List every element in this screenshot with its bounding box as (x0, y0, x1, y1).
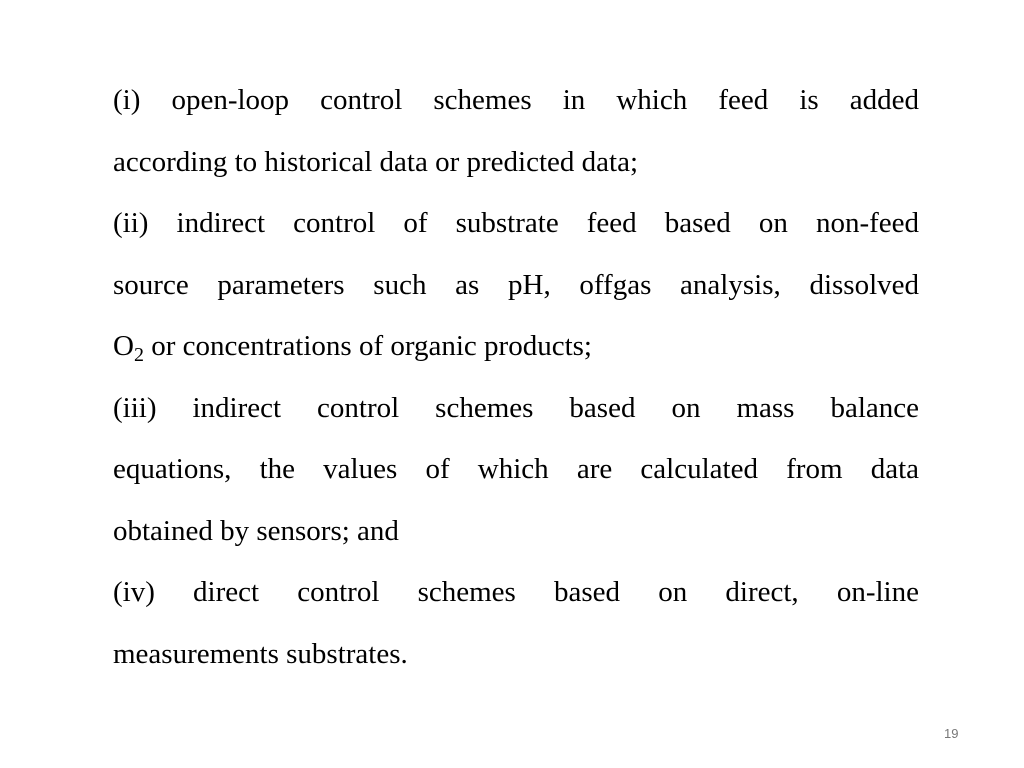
slide: (i) open-loop control schemes in which f… (0, 0, 1024, 768)
list-item-line-o2: O2 or concentrations of organic products… (113, 316, 919, 378)
list-item-i: (i) open-loop control schemes in which f… (113, 70, 919, 193)
list-item-line: (iii) indirect control schemes based on … (113, 391, 919, 424)
list-item-line-rest: or concentrations of organic products; (143, 330, 592, 362)
list-item-line: obtained by sensors; and (113, 514, 399, 547)
chemical-symbol: O (113, 330, 134, 362)
list-item-iv: (iv) direct control schemes based on dir… (113, 562, 919, 685)
subscript: 2 (133, 344, 144, 366)
list-item-line: source parameters such as pH, offgas ana… (113, 268, 919, 301)
list-item-line: (iv) direct control schemes based on dir… (113, 576, 919, 608)
page-number: 19 (944, 726, 959, 741)
list-item-line: measurements substrates. (113, 637, 408, 670)
list-item-line: according to historical data or predicte… (113, 145, 639, 178)
list-item-line: (i) open-loop control schemes in which f… (113, 84, 919, 116)
list-item-line: (ii) indirect control of substrate feed … (113, 207, 919, 239)
list-item-ii: (ii) indirect control of substrate feed … (113, 193, 919, 378)
list-item-iii: (iii) indirect control schemes based on … (113, 378, 919, 563)
list-item-line: equations, the values of which are calcu… (113, 453, 919, 485)
slide-body-text: (i) open-loop control schemes in which f… (113, 70, 919, 685)
